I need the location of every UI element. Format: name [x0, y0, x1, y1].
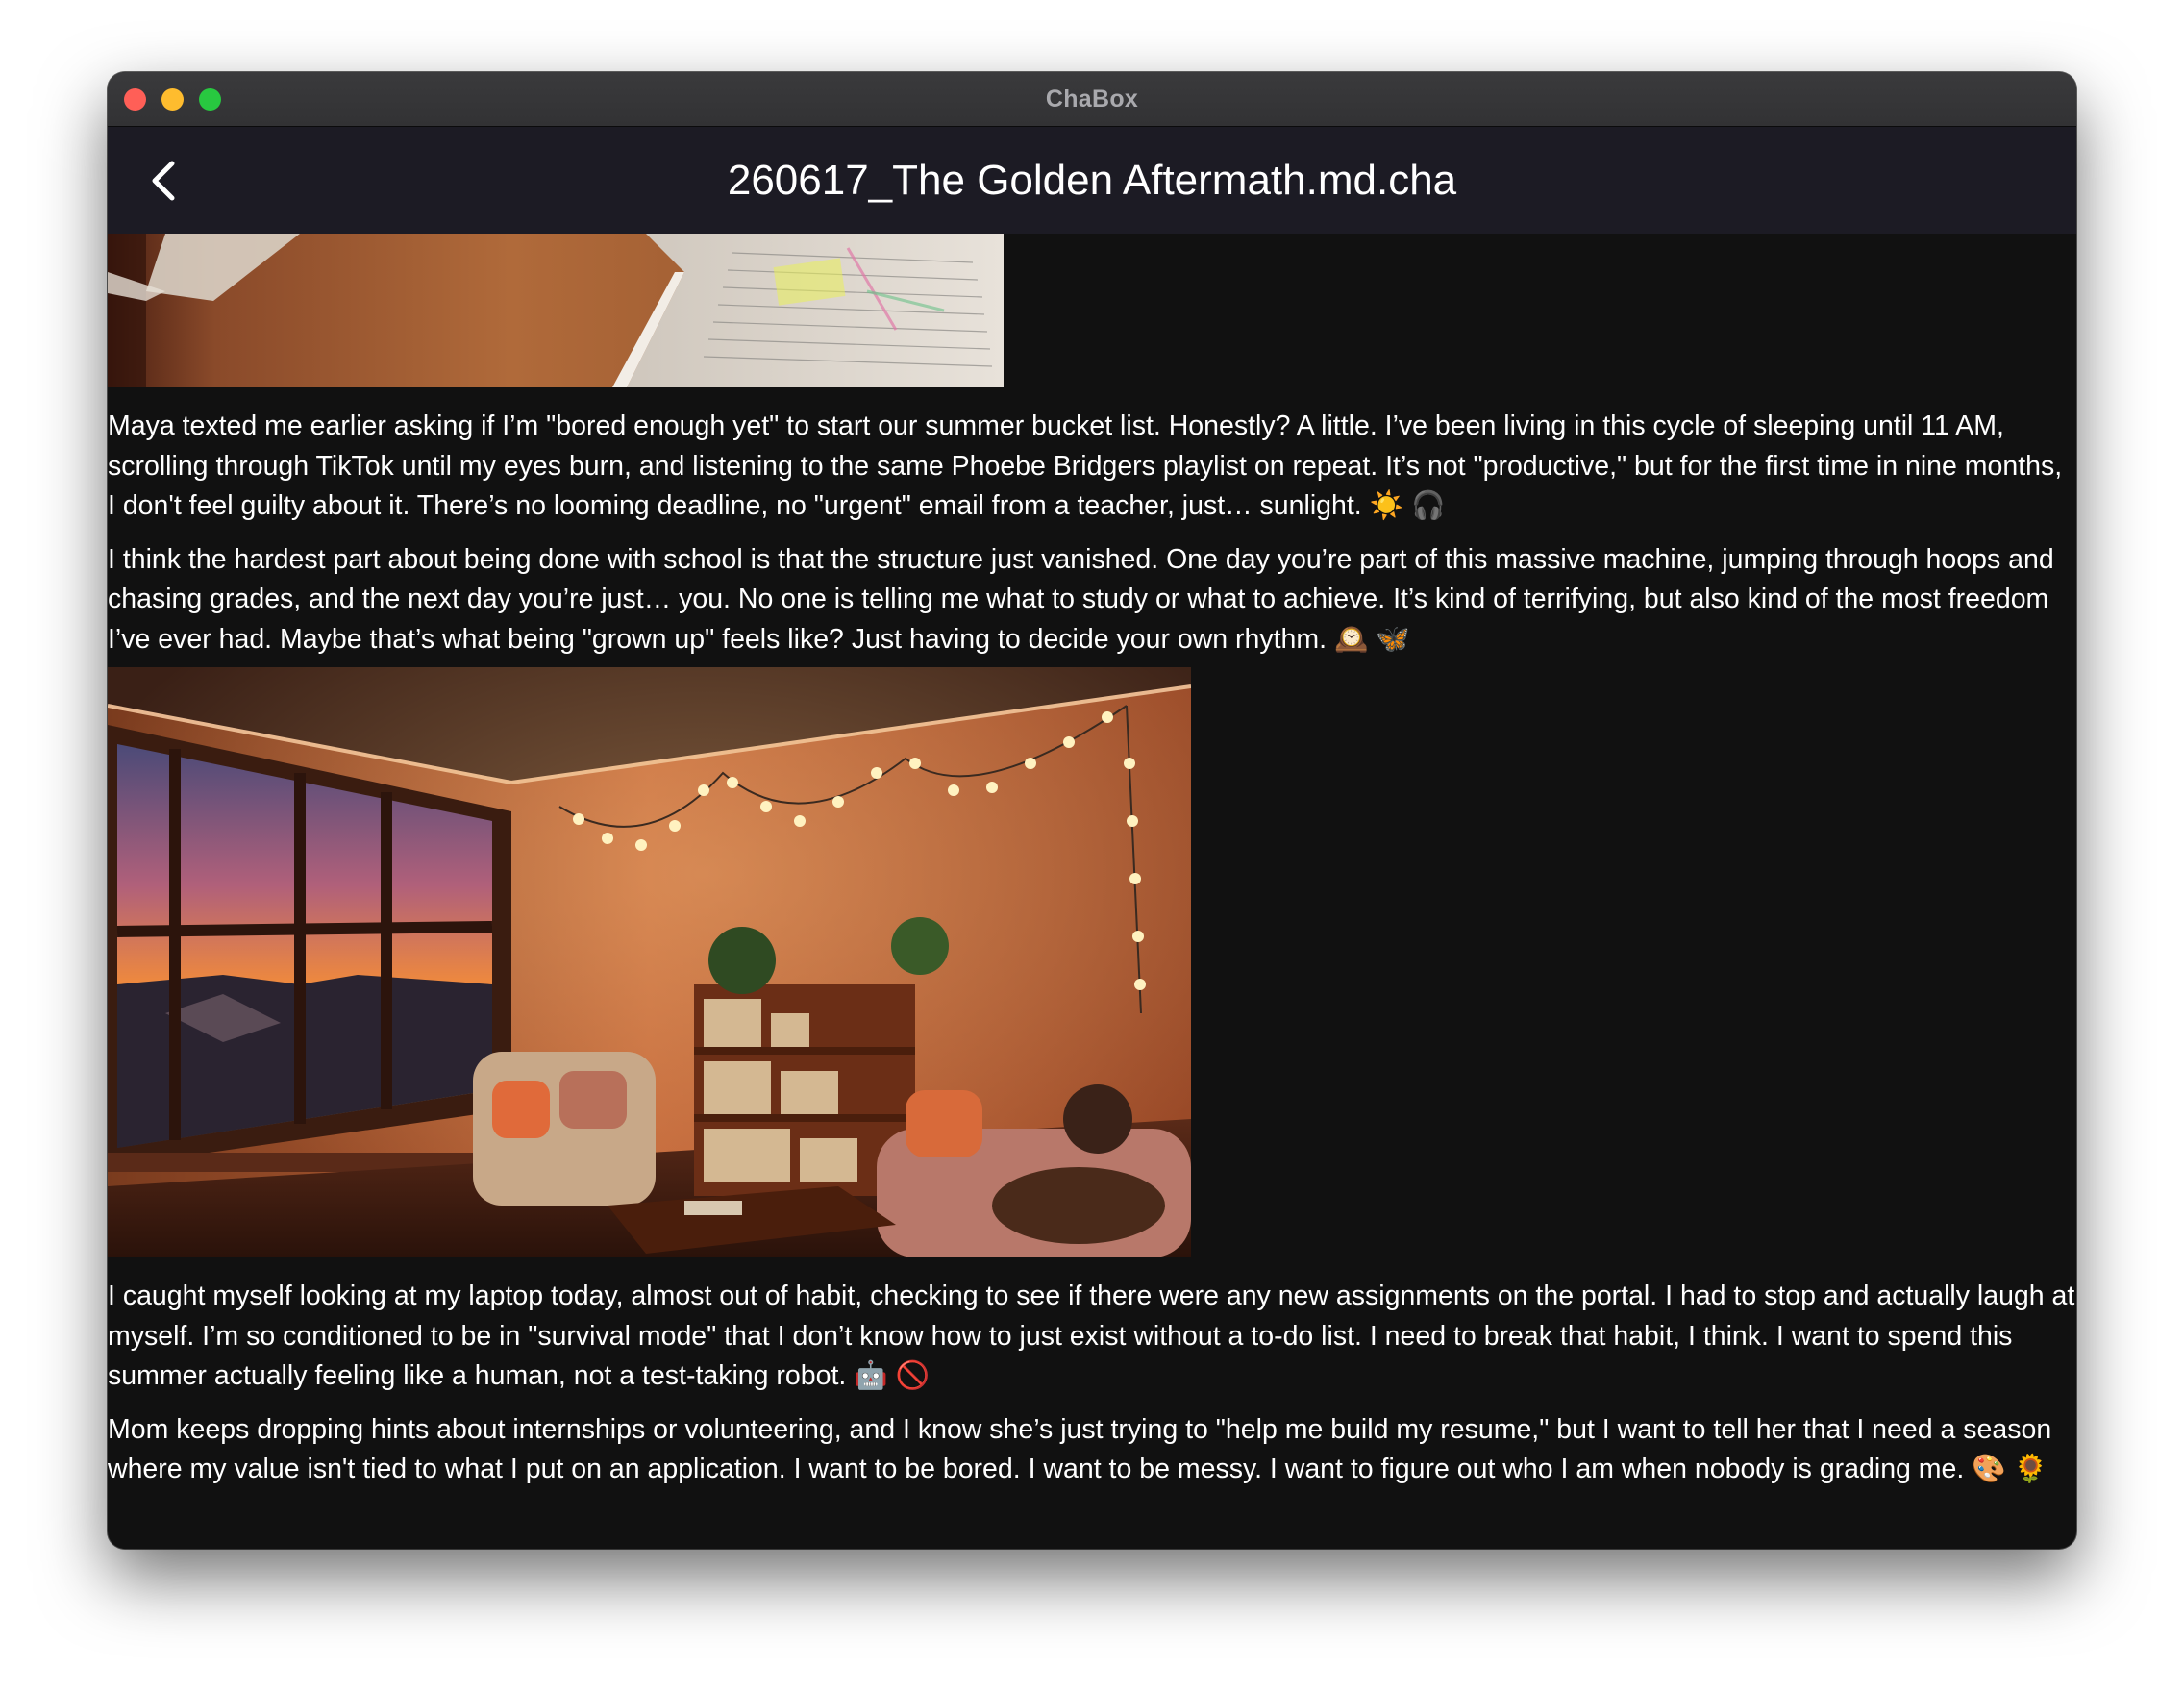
document-navbar: 260617_The Golden Aftermath.md.cha: [108, 127, 2076, 234]
window-titlebar[interactable]: ChaBox: [108, 72, 2076, 127]
app-title: ChaBox: [1045, 85, 1139, 112]
entry-paragraph: I caught myself looking at my laptop tod…: [108, 1281, 2075, 1391]
entry-content[interactable]: Maya texted me earlier asking if I’m "bo…: [108, 234, 2076, 1549]
entry-paragraph: Maya texted me earlier asking if I’m "bo…: [108, 411, 2071, 521]
close-window-button[interactable]: [124, 88, 146, 111]
entry-paragraph: Mom keeps dropping hints about internshi…: [108, 1413, 2060, 1485]
chevron-left-icon: [152, 161, 175, 201]
entry-paragraph: I think the hardest part about being don…: [108, 543, 2062, 655]
sunset-room-image: [108, 667, 1191, 1257]
document-title: 260617_The Golden Aftermath.md.cha: [727, 156, 1457, 204]
minimize-window-button[interactable]: [161, 88, 184, 111]
app-window: ChaBox 260617_The Golden Aftermath.md.ch…: [108, 72, 2076, 1549]
notebook-image: [108, 234, 1004, 387]
window-controls: [124, 88, 221, 111]
back-button[interactable]: [136, 152, 190, 210]
zoom-window-button[interactable]: [199, 88, 221, 111]
